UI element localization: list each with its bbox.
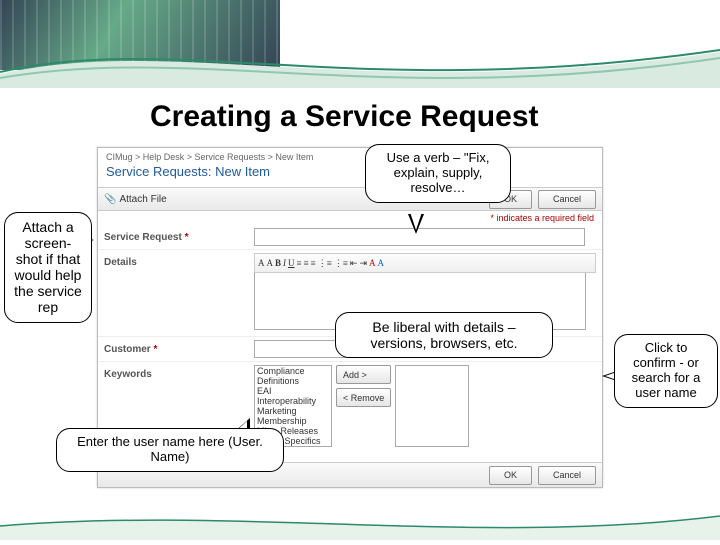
paperclip-icon: 📎 <box>104 194 116 205</box>
rte-underline-icon[interactable]: U <box>288 258 295 268</box>
row-service-request: Service Request * <box>98 225 602 250</box>
required-star: * <box>185 232 189 243</box>
remove-keyword-button[interactable]: < Remove <box>336 388 391 407</box>
list-item[interactable]: Marketing <box>255 406 331 416</box>
rte-align-icon[interactable]: ≡ <box>297 258 302 268</box>
rte-icon[interactable]: A <box>258 258 265 268</box>
cancel-button[interactable]: Cancel <box>538 190 596 209</box>
slide-title: Creating a Service Request <box>150 100 630 134</box>
rte-list-icon[interactable]: ⋮≡ <box>334 258 348 269</box>
callout-verb: Use a verb – "Fix, explain, supply, reso… <box>365 144 511 203</box>
list-item[interactable]: Definitions <box>255 376 331 386</box>
label-keywords: Keywords <box>104 365 254 380</box>
rte-indent-icon[interactable]: ⇤ <box>350 258 358 269</box>
label-service-request: Service Request <box>104 232 182 243</box>
rte-bold-icon[interactable]: B <box>275 258 281 268</box>
cancel-button-bottom[interactable]: Cancel <box>538 466 596 485</box>
label-details: Details <box>104 253 254 268</box>
required-note: * indicates a required field <box>98 211 602 225</box>
keywords-selected-list[interactable] <box>395 365 469 447</box>
rte-align-icon[interactable]: ≡ <box>304 258 309 268</box>
list-item[interactable]: Membership <box>255 416 331 426</box>
label-customer: Customer <box>104 344 151 355</box>
rte-icon[interactable]: A <box>267 258 274 268</box>
callout-username: Enter the user name here (User. Name) <box>56 428 284 472</box>
callout-attach: Attach a screen-shot if that would help … <box>4 212 92 323</box>
page-title: Service Requests: New Item <box>98 162 602 187</box>
rte-indent-icon[interactable]: ⇥ <box>359 258 367 269</box>
breadcrumb: CIMug > Help Desk > Service Requests > N… <box>98 148 602 162</box>
rte-list-icon[interactable]: ⋮≡ <box>318 258 332 269</box>
rich-text-toolbar[interactable]: AA B I U ≡≡≡ ⋮≡⋮≡ ⇤⇥ A A <box>254 253 596 273</box>
rte-color-icon[interactable]: A <box>378 258 385 268</box>
add-keyword-button[interactable]: Add > <box>336 365 391 384</box>
attach-file-link[interactable]: 📎 Attach File <box>104 194 167 205</box>
rte-italic-icon[interactable]: I <box>283 258 286 268</box>
callout-details: Be liberal with details – versions, brow… <box>335 312 553 358</box>
slide-banner <box>0 0 720 88</box>
rte-align-icon[interactable]: ≡ <box>311 258 316 268</box>
form-toolbar: 📎 Attach File OK Cancel <box>98 187 602 211</box>
list-item[interactable]: Compliance <box>255 366 331 376</box>
list-item[interactable]: Interoperability <box>255 396 331 406</box>
banner-wave <box>0 44 720 88</box>
ok-button-bottom[interactable]: OK <box>489 466 532 485</box>
attach-file-label: Attach File <box>119 194 166 205</box>
list-item[interactable]: EAI <box>255 386 331 396</box>
footer-decoration <box>0 506 720 540</box>
rte-color-icon[interactable]: A <box>369 258 376 268</box>
required-star: * <box>153 344 157 355</box>
callout-confirm: Click to confirm - or search for a user … <box>614 334 718 408</box>
